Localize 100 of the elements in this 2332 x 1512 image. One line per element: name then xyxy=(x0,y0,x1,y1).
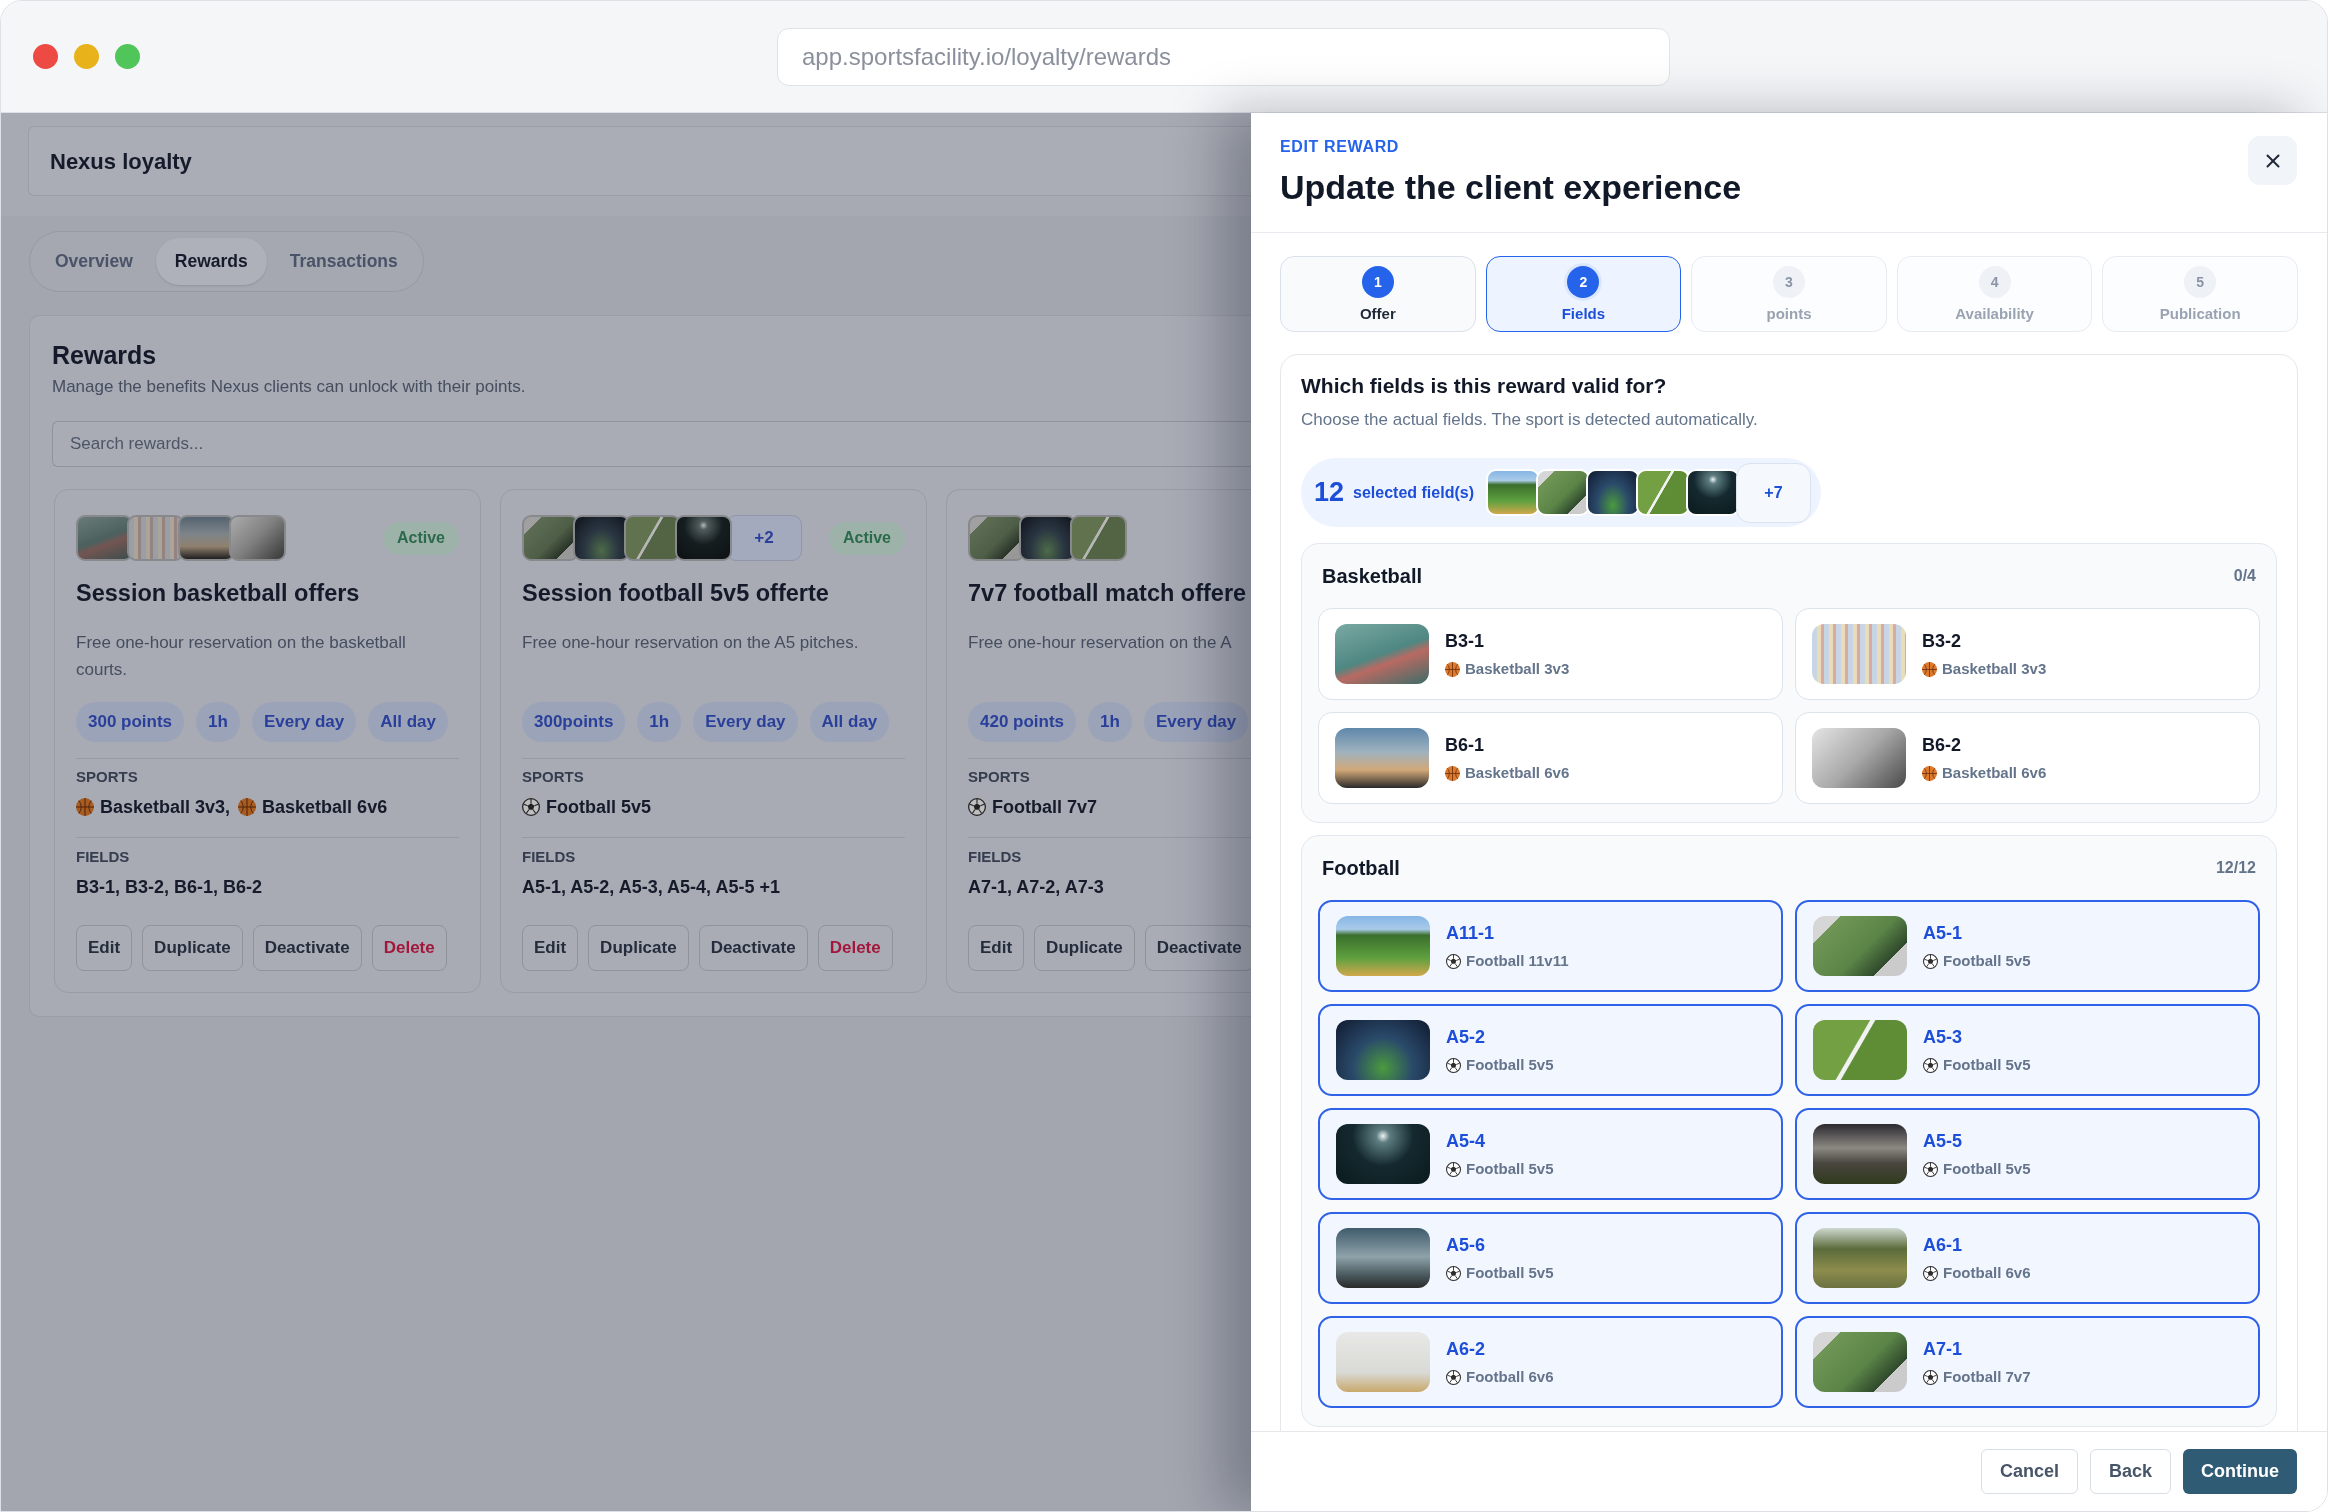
card-action-button[interactable]: Delete xyxy=(817,925,893,971)
search-field[interactable]: Search rewards... xyxy=(52,421,1251,467)
field-card[interactable]: B3-1 Basketball 3v3 xyxy=(1318,608,1783,700)
field-card[interactable]: B6-2 Basketball 6v6 xyxy=(1795,712,2260,804)
card-action-button[interactable]: Edit xyxy=(76,925,133,971)
card-action-button[interactable]: Deactivate xyxy=(252,925,362,971)
info-chip: All day xyxy=(368,702,449,742)
tab[interactable]: Rewards xyxy=(155,238,267,285)
sport-name: Football 5v5 xyxy=(1466,1263,1554,1283)
step-tab[interactable]: 1 Offer xyxy=(1280,256,1476,332)
status-badge: Active xyxy=(382,521,459,555)
soccer-ball-icon xyxy=(1923,1369,1938,1385)
field-card[interactable]: A11-1 Football 11v11 xyxy=(1318,900,1783,992)
window-zoom-icon[interactable] xyxy=(115,44,140,69)
field-card[interactable]: B3-2 Basketball 3v3 xyxy=(1795,608,2260,700)
step-number: 1 xyxy=(1361,265,1394,298)
fields-label: FIELDS xyxy=(76,847,131,867)
card-action-button[interactable]: Deactivate xyxy=(698,925,808,971)
soccer-ball-icon xyxy=(1446,1057,1461,1073)
tab[interactable]: Transactions xyxy=(270,238,417,285)
section-count: 0/4 xyxy=(2233,566,2256,586)
fields-list: A7-1, A7-2, A7-3 xyxy=(968,875,1251,899)
photo-placeholder xyxy=(229,515,286,561)
question-title: Which fields is this reward valid for? xyxy=(1301,373,1668,399)
section-title: Basketball xyxy=(1322,564,1423,589)
sport-name: Basketball 6v6 xyxy=(1942,763,2047,783)
info-chip: 300 points xyxy=(76,702,185,742)
info-chip: All day xyxy=(809,702,890,742)
info-chip: 300points xyxy=(522,702,626,742)
card-action-button[interactable]: Deactivate xyxy=(1144,925,1251,971)
card-action-button[interactable]: Duplicate xyxy=(142,925,243,971)
soccer-ball-icon xyxy=(1446,1369,1461,1385)
card-action-button[interactable]: Edit xyxy=(522,925,579,971)
more-count-badge: +2 xyxy=(726,515,802,561)
soccer-ball-icon xyxy=(1923,1265,1938,1281)
field-name: A6-2 xyxy=(1446,1338,1486,1361)
info-chip: 1h xyxy=(1088,702,1132,742)
step-number: 2 xyxy=(1567,265,1600,298)
info-chip: Every day xyxy=(251,702,357,742)
sport-name: Football 7v7 xyxy=(992,796,1098,819)
reward-description: Free one-hour reservation on the basketball courts. xyxy=(76,632,407,681)
sport-name: Football 5v5 xyxy=(1943,1055,2031,1075)
sport-name: Football 6v6 xyxy=(1943,1263,2031,1283)
address-field[interactable]: app.sportsfacility.io/loyalty/rewards xyxy=(777,27,1670,86)
info-chip: Every day xyxy=(693,702,798,742)
section-title: Football xyxy=(1322,856,1400,881)
card-action-button[interactable]: Duplicate xyxy=(588,925,689,971)
field-name: A5-5 xyxy=(1923,1130,1963,1153)
field-card[interactable]: A7-1 Football 7v7 xyxy=(1795,1316,2260,1408)
sport-name: Basketball 3v3 xyxy=(1465,659,1570,679)
close-button[interactable] xyxy=(2248,136,2297,185)
field-card[interactable]: A5-2 Football 5v5 xyxy=(1318,1004,1783,1096)
step-tab[interactable]: 2 Fields xyxy=(1485,256,1682,332)
sport-name: Football 11v11 xyxy=(1466,951,1569,971)
sport-name: Football 5v5 xyxy=(1943,951,2031,971)
rewards-title: Rewards xyxy=(52,340,158,370)
field-card[interactable]: B6-1 Basketball 6v6 xyxy=(1318,712,1783,804)
field-card[interactable]: A6-1 Football 6v6 xyxy=(1795,1212,2260,1304)
field-card[interactable]: A5-4 Football 5v5 xyxy=(1318,1108,1783,1200)
window-close-icon[interactable] xyxy=(33,44,58,69)
soccer-ball-icon xyxy=(1923,1057,1938,1073)
sport-name: Football 5v5 xyxy=(1943,1159,2031,1179)
field-card[interactable]: A6-2 Football 6v6 xyxy=(1318,1316,1783,1408)
tab[interactable]: Overview xyxy=(36,238,152,285)
field-card[interactable]: A5-1 Football 5v5 xyxy=(1795,900,2260,992)
photo-placeholder xyxy=(1070,515,1127,561)
reward-title: Session football 5v5 offerte xyxy=(522,579,830,607)
section-count: 12/12 xyxy=(2215,858,2256,878)
reward-title: Session basketball offers xyxy=(76,579,361,607)
step-number: 5 xyxy=(2184,265,2217,298)
info-chip: 1h xyxy=(637,702,682,742)
card-action-button[interactable]: Duplicate xyxy=(1034,925,1135,971)
field-card[interactable]: A5-3 Football 5v5 xyxy=(1795,1004,2260,1096)
soccer-ball-icon xyxy=(1923,1161,1938,1177)
info-chip: Every day xyxy=(1143,702,1249,742)
field-name: A5-6 xyxy=(1446,1234,1486,1257)
window-minimize-icon[interactable] xyxy=(74,44,99,69)
field-card[interactable]: A5-6 Football 5v5 xyxy=(1318,1212,1783,1304)
sport-name: Football 5v5 xyxy=(546,796,652,819)
card-action-button[interactable]: Delete xyxy=(371,925,447,971)
selected-count: 12 xyxy=(1314,476,1345,510)
field-card[interactable]: A5-5 Football 5v5 xyxy=(1795,1108,2260,1200)
info-chip: 420 points xyxy=(968,702,1077,742)
photo-placeholder xyxy=(1486,469,1540,516)
footer-button[interactable]: Back xyxy=(2089,1449,2171,1494)
selected-label: selected field(s) xyxy=(1353,482,1474,503)
sport-name: Basketball 6v6 xyxy=(1465,763,1570,783)
field-name: B6-2 xyxy=(1922,734,1962,757)
reward-title: 7v7 football match offere xyxy=(968,579,1248,607)
reward-description: Free one-hour reservation on the A xyxy=(968,632,1233,654)
field-name: A6-1 xyxy=(1923,1234,1963,1257)
sports-label: SPORTS xyxy=(968,767,1031,787)
card-action-button[interactable]: Edit xyxy=(968,925,1025,971)
footer-button[interactable]: Cancel xyxy=(1980,1449,2078,1494)
field-name: A5-4 xyxy=(1446,1130,1486,1153)
basketball-icon xyxy=(1922,661,1937,677)
photo-placeholder xyxy=(1586,469,1640,516)
footer-button[interactable]: Continue xyxy=(2183,1449,2297,1494)
soccer-ball-icon xyxy=(1446,1265,1461,1281)
step-number: 4 xyxy=(1978,265,2011,298)
